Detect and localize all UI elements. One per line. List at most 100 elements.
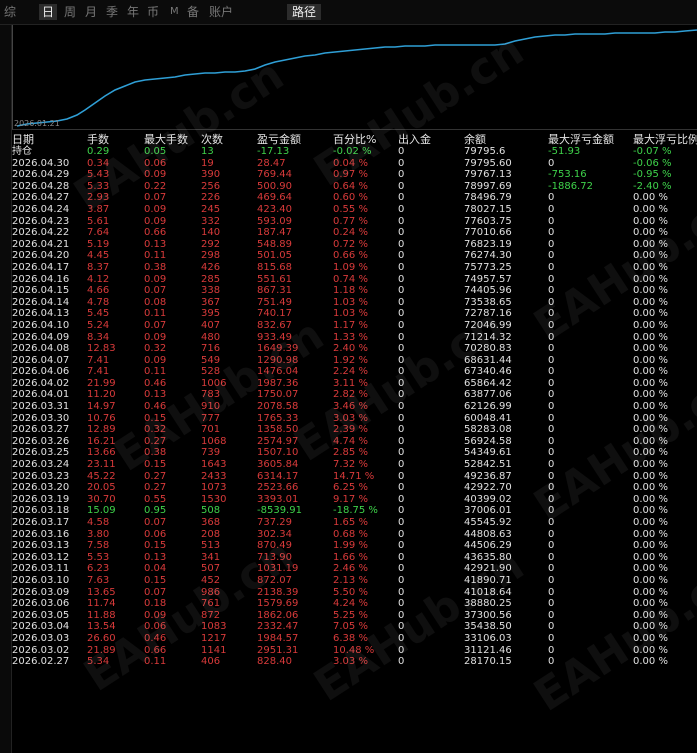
table-row[interactable]: 2026.03.05 11.88 0.09 872 1862.06 5.25 % 0 3730…	[12, 610, 697, 622]
cell-pnl: 872.07	[257, 574, 292, 586]
cell-pnl: 593.09	[257, 215, 292, 227]
tab-note[interactable]: 备	[187, 4, 199, 20]
header-max-float[interactable]: 最大浮亏金额	[548, 133, 614, 146]
cell-date: 2026.04.17	[12, 261, 70, 273]
header-pnl[interactable]: 盈亏金额	[257, 133, 301, 146]
cell-balance: 76823.19	[464, 238, 512, 250]
tab-account[interactable]: 账户	[209, 4, 233, 20]
table-row[interactable]: 2026.04.20 4.45 0.11 298 501.05 0.66 % 0 76274.…	[12, 250, 697, 262]
cell-inout: 0	[398, 285, 405, 297]
tab-year[interactable]: 年	[127, 4, 139, 20]
table-row[interactable]: 2026.03.19 30.70 0.55 1530 3393.01 9.17 % 0 403…	[12, 494, 697, 506]
tab-month[interactable]: 月	[85, 4, 97, 20]
table-row[interactable]: 2026.03.12 5.53 0.13 341 713.90 1.66 % 0 43635.…	[12, 552, 697, 564]
table-row[interactable]: 2026.02.27 5.34 0.11 406 828.40 3.03 % 0 28170.…	[12, 656, 697, 668]
cell-count: 140	[201, 227, 221, 239]
cell-pct: 1.09 %	[333, 261, 368, 273]
table-row[interactable]: 2026.04.28 5.33 0.22 256 500.90 0.64 % 0 78997.…	[12, 181, 697, 193]
cell-max-float-pct: 0.00 %	[633, 470, 668, 482]
header-max-float-pct[interactable]: 最大浮亏比例	[633, 133, 697, 146]
cell-balance: 28170.15	[464, 656, 512, 668]
table-row[interactable]: 2026.04.01 11.20 0.13 783 1750.07 2.82 % 0 6387…	[12, 389, 697, 401]
table-row[interactable]: 2026.04.17 8.37 0.38 426 815.68 1.09 % 0 75773.…	[12, 262, 697, 274]
tab-path[interactable]: 路径	[287, 4, 322, 20]
table-row[interactable]: 2026.03.03 26.60 0.46 1217 1984.57 6.38 % 0 331…	[12, 633, 697, 645]
cell-date: 2026.04.28	[12, 180, 70, 192]
table-row[interactable]: 2026.04.27 2.93 0.07 226 469.64 0.60 % 0 78496.…	[12, 192, 697, 204]
table-row[interactable]: 2026.04.08 12.83 0.32 716 1649.39 2.40 % 0 7028…	[12, 343, 697, 355]
table-row[interactable]: 2026.04.21 5.19 0.13 292 548.89 0.72 % 0 76823.…	[12, 239, 697, 251]
cell-max-float: 0	[548, 656, 555, 668]
tab-quarter[interactable]: 季	[106, 4, 118, 20]
table-row[interactable]: 2026.03.31 14.97 0.46 910 2078.58 3.46 % 0 6212…	[12, 401, 697, 413]
table-row[interactable]: 2026.04.23 5.61 0.09 332 593.09 0.77 % 0 77603.…	[12, 216, 697, 228]
table-row[interactable]: 2026.04.09 8.34 0.09 480 933.49 1.33 % 0 71214.…	[12, 332, 697, 344]
table-row[interactable]: 2026.03.25 13.66 0.38 739 1507.10 2.85 % 0 5434…	[12, 447, 697, 459]
table-row[interactable]: 2026.03.23 45.22 0.27 2433 6314.17 14.71 % 0 49…	[12, 471, 697, 483]
table-row[interactable]: 2026.04.14 4.78 0.08 367 751.49 1.03 % 0 73538.…	[12, 297, 697, 309]
table-row[interactable]: 2026.04.10 5.24 0.07 407 832.67 1.17 % 0 72046.…	[12, 320, 697, 332]
table-row[interactable]: 2026.04.07 7.41 0.09 549 1290.98 1.92 % 0 68631…	[12, 355, 697, 367]
table-row[interactable]: 2026.04.16 4.12 0.09 285 551.61 0.74 % 0 74957.…	[12, 274, 697, 286]
table-row[interactable]: 2026.03.06 11.74 0.18 761 1579.69 4.24 % 0 3888…	[12, 598, 697, 610]
header-balance[interactable]: 余额	[464, 133, 486, 146]
table-row[interactable]: 2026.04.15 4.66 0.07 338 867.31 1.18 % 0 74405.…	[12, 285, 697, 297]
cell-inout: 0	[398, 644, 405, 656]
table-row[interactable]: 2026.03.24 23.11 0.15 1643 3605.84 7.32 % 0 528…	[12, 459, 697, 471]
holding-row[interactable]: 持仓 0.29 0.05 13 -17.13 -0.02 % 0 79795.6…	[12, 146, 697, 158]
table-row[interactable]: 2026.03.09 13.65 0.07 986 2138.39 5.50 % 0 4101…	[12, 587, 697, 599]
table-row[interactable]: 2026.03.17 4.58 0.07 368 737.29 1.65 % 0 45545.…	[12, 517, 697, 529]
table-row[interactable]: 2026.03.18 15.09 0.95 508 -8539.91 -18.75 % 0 3…	[12, 505, 697, 517]
table-row[interactable]: 2026.03.26 16.21 0.27 1068 2574.97 4.74 % 0 569…	[12, 436, 697, 448]
table-row[interactable]: 2026.04.13 5.45 0.11 395 740.17 1.03 % 0 72787.…	[12, 308, 697, 320]
table-row[interactable]: 2026.03.04 13.54 0.06 1083 2332.47 7.05 % 0 354…	[12, 621, 697, 633]
table-row[interactable]: 2026.04.29 5.43 0.09 390 769.44 0.97 % 0 79767.…	[12, 169, 697, 181]
table-row[interactable]: 2026.03.11 6.23 0.04 507 1031.19 2.46 % 0 42921…	[12, 563, 697, 575]
cell-balance: 49236.87	[464, 470, 512, 482]
cell-count: 452	[201, 574, 221, 586]
table-row[interactable]: 2026.04.24 3.87 0.09 245 423.40 0.55 % 0 78027.…	[12, 204, 697, 216]
cell-max-float-pct: 0.00 %	[633, 644, 668, 656]
header-inout[interactable]: 出入金	[398, 133, 431, 146]
holding-lots: 0.29	[87, 146, 110, 157]
cell-count: 406	[201, 656, 221, 668]
tab-day[interactable]: 日	[39, 4, 58, 20]
table-row[interactable]: 2026.03.27 12.89 0.32 701 1358.50 2.39 % 0 5828…	[12, 424, 697, 436]
header-pct[interactable]: 百分比%	[333, 133, 376, 146]
cell-count: 513	[201, 540, 221, 552]
cell-pct: 3.11 %	[333, 377, 368, 389]
cell-count: 716	[201, 343, 221, 355]
cell-max-float: 0	[548, 215, 555, 227]
header-max-lots[interactable]: 最大手数	[144, 133, 188, 146]
table-row[interactable]: 2026.04.30 0.34 0.06 19 28.47 0.04 % 0 79795.60…	[12, 158, 697, 170]
tab-currency[interactable]: 币	[147, 4, 159, 20]
cell-lots: 4.78	[87, 296, 110, 308]
cell-date: 2026.04.08	[12, 343, 70, 355]
table-row[interactable]: 2026.04.06 7.41 0.11 528 1476.04 2.24 % 0 67340…	[12, 366, 697, 378]
cell-balance: 58283.08	[464, 424, 512, 436]
cell-lots: 6.23	[87, 563, 110, 575]
table-row[interactable]: 2026.03.02 21.89 0.66 1141 2951.31 10.48 % 0 31…	[12, 645, 697, 657]
header-lots[interactable]: 手数	[87, 133, 109, 146]
cell-max-lots: 0.32	[144, 343, 167, 355]
table-row[interactable]: 2026.03.20 20.05 0.27 1073 2523.66 6.25 % 0 429…	[12, 482, 697, 494]
table-row[interactable]: 2026.03.13 7.58 0.15 513 870.49 1.99 % 0 44506.…	[12, 540, 697, 552]
table-row[interactable]: 2026.04.22 7.64 0.66 140 187.47 0.24 % 0 77010.…	[12, 227, 697, 239]
header-date[interactable]: 日期	[12, 133, 34, 146]
table-row[interactable]: 2026.03.10 7.63 0.15 452 872.07 2.13 % 0 41890.…	[12, 575, 697, 587]
tab-m[interactable]: M	[170, 4, 179, 20]
cell-lots: 7.41	[87, 354, 110, 366]
table-row[interactable]: 2026.04.02 21.99 0.46 1006 1987.36 3.11 % 0 658…	[12, 378, 697, 390]
tab-week[interactable]: 周	[64, 4, 76, 20]
table-row[interactable]: 2026.03.16 3.80 0.06 208 302.34 0.68 % 0 44808.…	[12, 529, 697, 541]
cell-pnl: 2138.39	[257, 586, 299, 598]
cell-lots: 26.60	[87, 632, 116, 644]
cell-max-lots: 0.07	[144, 192, 167, 204]
table-row[interactable]: 2026.03.30 10.76 0.15 777 1765.33 3.03 % 0 6004…	[12, 413, 697, 425]
tab-summary[interactable]: 综	[4, 4, 16, 20]
cell-max-float-pct: 0.00 %	[633, 319, 668, 331]
period-tab-bar: 综 日 周 月 季 年 币 M 备 账户 路径	[0, 0, 697, 25]
header-count[interactable]: 次数	[201, 133, 223, 146]
cell-date: 2026.03.18	[12, 505, 70, 517]
cell-inout: 0	[398, 261, 405, 273]
